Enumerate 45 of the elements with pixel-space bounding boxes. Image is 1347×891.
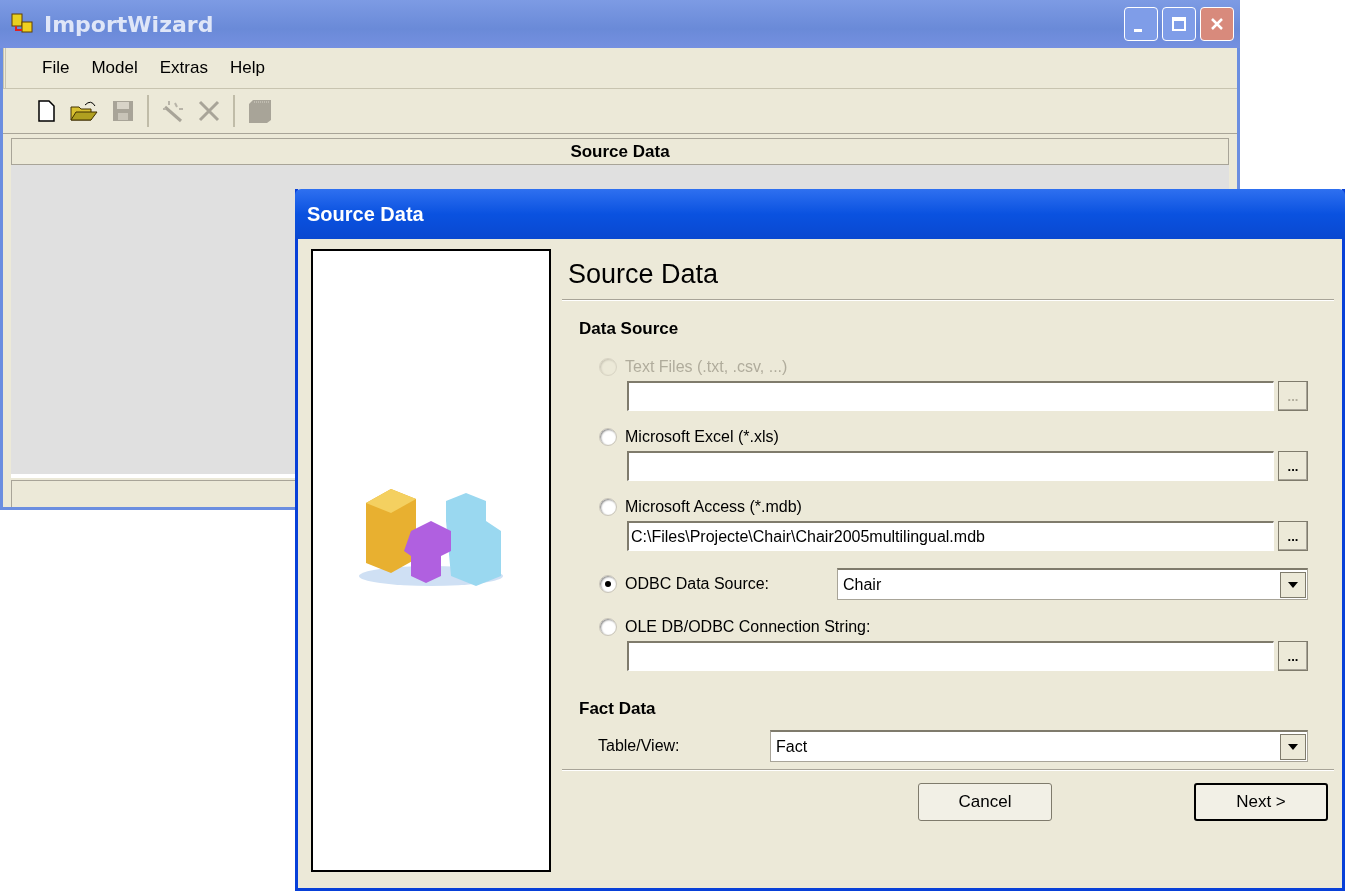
- maximize-button[interactable]: [1162, 7, 1196, 41]
- page-icon: [35, 99, 57, 123]
- magic-wand-icon: [161, 99, 185, 123]
- option-label: Microsoft Excel (*.xls): [625, 428, 779, 446]
- maximize-icon: [1172, 17, 1186, 31]
- dropdown[interactable]: Fact: [770, 730, 1308, 762]
- minimize-button[interactable]: [1124, 7, 1158, 41]
- path-field[interactable]: C:\Files\Projecte\Chair\Chair2005multilingual.mdb: [627, 521, 1274, 551]
- dropdown-arrow-icon: [1288, 743, 1298, 750]
- menu-item[interactable]: File: [42, 58, 70, 78]
- close-button[interactable]: [1200, 7, 1234, 41]
- page-heading: Source Data: [568, 259, 720, 291]
- section-heading: Data Source: [579, 319, 680, 340]
- window-title: ImportWizard: [44, 11, 214, 37]
- browse-button[interactable]: ...: [1278, 451, 1308, 481]
- radio-button[interactable]: [599, 498, 617, 516]
- dialog-button[interactable]: Cancel: [918, 783, 1052, 821]
- menu-item[interactable]: Extras: [159, 58, 208, 78]
- path-field[interactable]: [627, 381, 1274, 411]
- app-cubes-icon: [10, 12, 36, 36]
- radio-button[interactable]: [599, 428, 617, 446]
- path-field[interactable]: [627, 641, 1274, 671]
- minimize-icon: [1134, 28, 1142, 32]
- dialog-title: Source Data: [307, 202, 424, 226]
- book-icon: [247, 98, 273, 124]
- option-label: Microsoft Access (*.mdb): [625, 498, 802, 516]
- option-label: ODBC Data Source:: [625, 575, 771, 593]
- dialog-button[interactable]: Next >: [1194, 783, 1328, 821]
- dropdown-arrow-icon: [1288, 581, 1298, 588]
- browse-button[interactable]: ...: [1278, 521, 1308, 551]
- folder-icon: [69, 99, 99, 123]
- close-icon: [1210, 17, 1224, 31]
- menu-item[interactable]: Model: [91, 58, 138, 78]
- radio-button[interactable]: [599, 575, 617, 593]
- radio-button[interactable]: [599, 618, 617, 636]
- delete-icon: [197, 99, 221, 123]
- dropdown[interactable]: Chair: [837, 568, 1308, 600]
- field-label: Table/View:: [598, 737, 681, 755]
- path-field[interactable]: [627, 451, 1274, 481]
- panel-header: Source Data: [11, 138, 1229, 165]
- section-heading: Fact Data: [579, 699, 657, 720]
- option-label: OLE DB/ODBC Connection String:: [625, 618, 871, 636]
- menu-item[interactable]: Help: [229, 58, 265, 78]
- option-label: Text Files (.txt, .csv, ...): [625, 358, 788, 376]
- browse-button[interactable]: ...: [1278, 641, 1308, 671]
